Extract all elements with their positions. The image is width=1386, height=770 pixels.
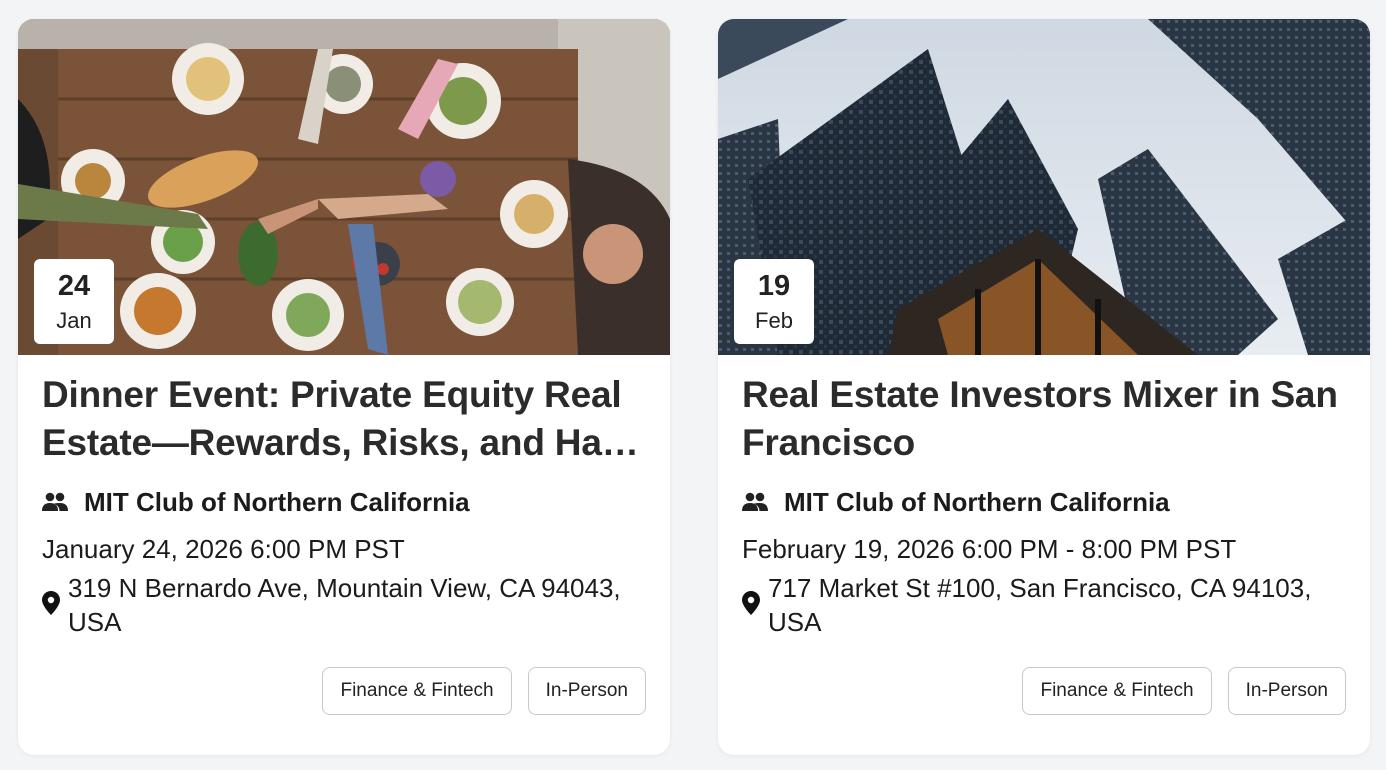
event-image-skyscrapers: 19 Feb (718, 19, 1370, 355)
event-title[interactable]: Real Estate Investors Mixer in San Franc… (742, 371, 1346, 467)
date-day: 24 (57, 270, 91, 302)
event-tags: Finance & Fintech In-Person (1022, 667, 1346, 715)
date-day: 19 (757, 270, 791, 302)
event-address: 319 N Bernardo Ave, Mountain View, CA 94… (68, 573, 621, 637)
date-month: Feb (755, 308, 793, 333)
dinner-table-photo (18, 19, 670, 355)
organizer-name[interactable]: MIT Club of Northern California (784, 487, 1170, 518)
event-location: 319 N Bernardo Ave, Mountain View, CA 94… (42, 571, 646, 639)
tag-finance-fintech[interactable]: Finance & Fintech (1022, 667, 1212, 715)
event-organizer: MIT Club of Northern California (742, 486, 1346, 518)
tag-in-person[interactable]: In-Person (1227, 667, 1346, 715)
date-badge: 19 Feb (734, 259, 814, 344)
event-address: 717 Market St #100, San Francisco, CA 94… (768, 573, 1312, 637)
event-image-dinner: 24 Jan (18, 19, 670, 355)
event-location: 717 Market St #100, San Francisco, CA 94… (742, 571, 1346, 639)
event-card-body: Dinner Event: Private Equity Real Estate… (42, 371, 646, 639)
event-card[interactable]: 24 Jan Dinner Event: Private Equity Real… (18, 19, 670, 755)
date-month: Jan (56, 308, 92, 333)
events-grid: 24 Jan Dinner Event: Private Equity Real… (0, 0, 1386, 770)
event-tags: Finance & Fintech In-Person (322, 667, 646, 715)
tag-in-person[interactable]: In-Person (527, 667, 646, 715)
event-card[interactable]: 19 Feb Real Estate Investors Mixer in Sa… (718, 19, 1370, 755)
location-pin-icon (742, 591, 760, 615)
event-title[interactable]: Dinner Event: Private Equity Real Estate… (42, 371, 646, 467)
date-badge: 24 Jan (34, 259, 114, 344)
people-icon (42, 492, 68, 511)
organizer-name[interactable]: MIT Club of Northern California (84, 487, 470, 518)
event-organizer: MIT Club of Northern California (42, 486, 646, 518)
location-pin-icon (42, 591, 60, 615)
event-card-body: Real Estate Investors Mixer in San Franc… (742, 371, 1346, 639)
tag-finance-fintech[interactable]: Finance & Fintech (322, 667, 512, 715)
people-icon (742, 492, 768, 511)
skyscrapers-photo (718, 19, 1370, 355)
event-datetime: January 24, 2026 6:00 PM PST (42, 534, 405, 564)
event-datetime: February 19, 2026 6:00 PM - 8:00 PM PST (742, 534, 1237, 564)
